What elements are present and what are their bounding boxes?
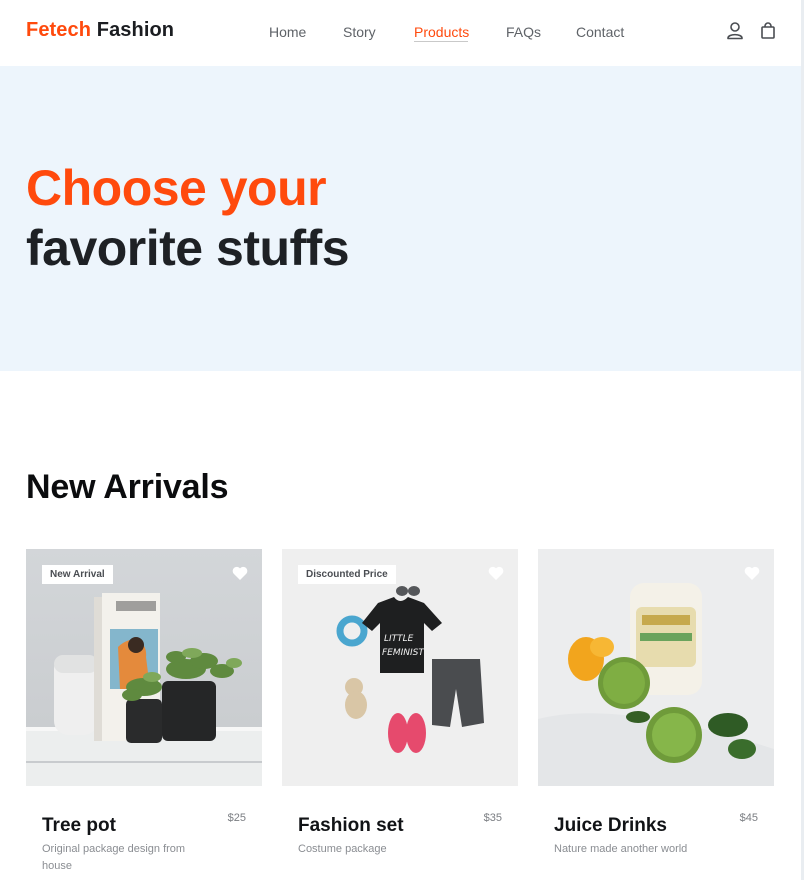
brand-rest: Fashion — [96, 19, 175, 41]
product-image-fashion-set[interactable]: LITTLE FEMINIST Discounted Price — [282, 549, 518, 786]
product-title[interactable]: Fashion set — [298, 815, 404, 837]
product-card-tree-pot[interactable]: New Arrival Tree pot $25 Original packag… — [26, 549, 262, 872]
product-card-fashion-set[interactable]: LITTLE FEMINIST Discounted Price Fashion… — [282, 549, 518, 855]
product-description: Original package design from house — [42, 843, 186, 872]
user-icon[interactable] — [726, 21, 744, 41]
hero-headline: favorite stuffs — [26, 220, 350, 276]
product-title[interactable]: Tree pot — [42, 815, 116, 837]
product-badge: New Arrival — [42, 565, 113, 584]
section-title-new-arrivals: New Arrivals — [26, 468, 229, 506]
product-description: Nature made another world — [554, 843, 688, 855]
heart-icon[interactable] — [232, 566, 248, 581]
product-price: $45 — [739, 812, 758, 824]
hero-banner: Choose your favorite stuffs — [0, 66, 801, 371]
product-price: $35 — [483, 812, 502, 824]
svg-text:LITTLE: LITTLE — [384, 634, 414, 644]
svg-text:FEMINIST: FEMINIST — [382, 648, 425, 658]
nav-contact[interactable]: Contact — [576, 24, 624, 40]
nav-story[interactable]: Story — [343, 24, 376, 40]
product-price: $25 — [227, 812, 246, 824]
brand-accent: Fetech — [26, 19, 92, 41]
nav-active-underline — [414, 41, 468, 42]
product-card-juice-drinks[interactable]: Juice Drinks $45 Nature made another wor… — [538, 549, 774, 855]
product-image-tree-pot[interactable]: New Arrival — [26, 549, 262, 786]
product-badge: Discounted Price — [298, 565, 396, 584]
product-image-juice-drinks[interactable] — [538, 549, 774, 786]
nav-home[interactable]: Home — [269, 24, 306, 40]
heart-icon[interactable] — [488, 566, 504, 581]
nav-faqs[interactable]: FAQs — [506, 24, 541, 40]
navbar: Fetech Fashion Home Story Products FAQs … — [0, 0, 801, 66]
hero-headline-accent: Choose your — [26, 160, 327, 216]
nav-products[interactable]: Products — [414, 24, 469, 40]
shopping-bag-icon[interactable] — [759, 21, 777, 41]
brand-logo[interactable]: Fetech Fashion — [26, 19, 174, 42]
heart-icon[interactable] — [744, 566, 760, 581]
product-title[interactable]: Juice Drinks — [554, 815, 667, 837]
product-description: Costume package — [298, 843, 387, 855]
